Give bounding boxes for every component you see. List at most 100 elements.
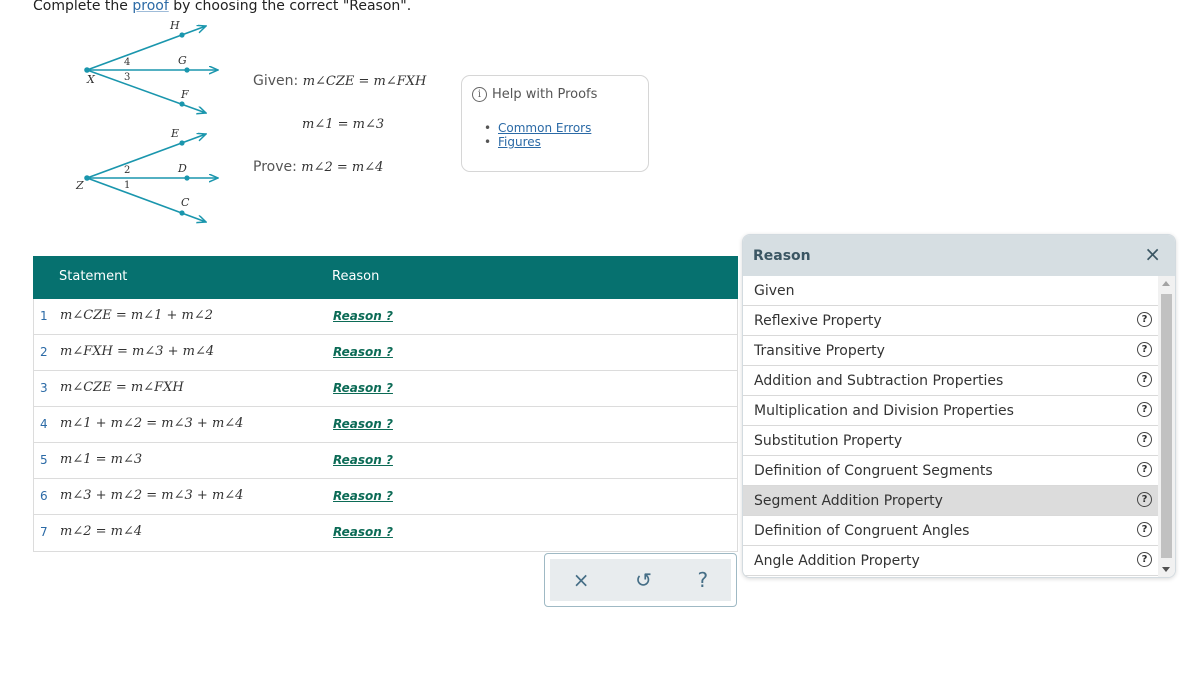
table-row: 7 m∠2 = m∠4 Reason ? (33, 515, 738, 552)
table-row: 2 m∠FXH = m∠3 + m∠4 Reason ? (33, 335, 738, 371)
label-z: Z (75, 179, 84, 192)
reason-option[interactable]: Definition of Congruent Segments? (743, 456, 1158, 486)
help-title: i Help with Proofs (472, 87, 597, 102)
question-help-icon[interactable]: ? (1137, 552, 1152, 567)
help-with-proofs-box: i Help with Proofs Common Errors Figures (461, 75, 649, 172)
reason-option[interactable]: Substitution Property? (743, 426, 1158, 456)
point-e (179, 140, 185, 146)
reason-option-label: Given (754, 283, 795, 299)
scroll-up-arrow-icon[interactable] (1162, 281, 1170, 286)
reason-option-label: Transitive Property (754, 343, 885, 359)
undo-button[interactable]: ↺ (635, 568, 652, 592)
reason-select-link[interactable]: Reason ? (333, 417, 393, 431)
top-angle-figure (84, 26, 218, 113)
point-f (179, 101, 185, 107)
reason-option-label: Definition of Congruent Angles (754, 523, 970, 539)
reason-option[interactable]: Addition and Subtraction Properties? (743, 366, 1158, 396)
instruction-before: Complete the (33, 0, 133, 14)
label-f: F (180, 88, 189, 101)
question-help-icon[interactable]: ? (1137, 432, 1152, 447)
figures-link[interactable]: Figures (498, 135, 541, 149)
given-expression-2: m∠1 = m∠3 (302, 117, 385, 132)
help-links: Common Errors Figures (484, 121, 591, 149)
label-x: X (86, 73, 96, 86)
statement-header: Statement (59, 269, 128, 284)
help-button[interactable]: ? (698, 568, 709, 592)
label-e: E (170, 127, 179, 140)
table-row: 6 m∠3 + m∠2 = m∠3 + m∠4 Reason ? (33, 479, 738, 515)
help-link-item: Common Errors (484, 121, 591, 135)
statement-text: m∠FXH = m∠3 + m∠4 (60, 344, 215, 359)
reason-select-link[interactable]: Reason ? (333, 453, 393, 467)
table-row: 1 m∠CZE = m∠1 + m∠2 Reason ? (33, 299, 738, 335)
label-c: C (181, 196, 190, 209)
question-help-icon[interactable]: ? (1137, 372, 1152, 387)
reason-option[interactable]: Reflexive Property? (743, 306, 1158, 336)
statement-text: m∠1 = m∠3 (60, 452, 143, 467)
label-angle-1: 1 (124, 180, 130, 191)
prove-label: Prove: (253, 159, 297, 175)
reason-select-link[interactable]: Reason ? (333, 345, 393, 359)
reason-option[interactable]: Segment Addition Property? (743, 486, 1158, 516)
reason-select-link[interactable]: Reason ? (333, 525, 393, 539)
reason-option[interactable]: Definition of Congruent Angles? (743, 516, 1158, 546)
reason-list: Given Reflexive Property? Transitive Prope… (743, 276, 1158, 576)
given-line-2: m∠1 = m∠3 (302, 116, 384, 132)
reason-select-link[interactable]: Reason ? (333, 309, 393, 323)
clear-button[interactable]: × (573, 568, 590, 592)
question-help-icon[interactable]: ? (1137, 402, 1152, 417)
reason-option-label: Angle Addition Property (754, 553, 920, 569)
table-row: 4 m∠1 + m∠2 = m∠3 + m∠4 Reason ? (33, 407, 738, 443)
question-help-icon[interactable]: ? (1137, 312, 1152, 327)
reason-option[interactable]: Transitive Property? (743, 336, 1158, 366)
reason-panel-title: Reason (753, 248, 811, 264)
label-h: H (169, 19, 180, 32)
point-d (184, 175, 190, 181)
row-number: 1 (40, 309, 48, 323)
reason-option[interactable]: Angle Addition Property? (743, 546, 1158, 576)
reason-list-scrollbar[interactable] (1158, 276, 1175, 577)
instruction-text: Complete the proof by choosing the corre… (33, 0, 411, 14)
reason-option-label: Multiplication and Division Properties (754, 403, 1014, 419)
proof-link[interactable]: proof (132, 0, 168, 14)
close-icon[interactable]: × (1144, 242, 1161, 266)
statement-text: m∠2 = m∠4 (60, 524, 143, 539)
question-help-icon[interactable]: ? (1137, 462, 1152, 477)
help-title-text: Help with Proofs (492, 87, 598, 102)
reason-select-link[interactable]: Reason ? (333, 381, 393, 395)
label-angle-2: 2 (124, 165, 130, 176)
row-number: 3 (40, 381, 48, 395)
toolbar-buttons: × ↺ ? (550, 559, 731, 601)
question-help-icon[interactable]: ? (1137, 522, 1152, 537)
label-g: G (178, 54, 187, 67)
table-row: 3 m∠CZE = m∠FXH Reason ? (33, 371, 738, 407)
info-icon: i (472, 87, 487, 102)
prove-expression: m∠2 = m∠4 (301, 160, 384, 175)
given-line-1: Given: m∠CZE = m∠FXH (253, 73, 426, 89)
reason-option-label: Reflexive Property (754, 313, 882, 329)
reason-select-link[interactable]: Reason ? (333, 489, 393, 503)
scroll-down-arrow-icon[interactable] (1162, 567, 1170, 572)
common-errors-link[interactable]: Common Errors (498, 121, 591, 135)
bottom-angle-figure (84, 134, 218, 222)
row-number: 6 (40, 489, 48, 503)
point-z (84, 175, 90, 181)
row-number: 7 (40, 525, 48, 539)
question-help-icon[interactable]: ? (1137, 492, 1152, 507)
answer-toolbar: × ↺ ? (544, 553, 737, 607)
reason-option[interactable]: Given (743, 276, 1158, 306)
reason-option-label: Definition of Congruent Segments (754, 463, 993, 479)
scroll-thumb[interactable] (1161, 294, 1172, 558)
reason-option-label: Substitution Property (754, 433, 903, 449)
question-help-icon[interactable]: ? (1137, 342, 1152, 357)
reason-option[interactable]: Multiplication and Division Properties? (743, 396, 1158, 426)
label-d: D (177, 162, 187, 175)
angle-figure: X H G F 4 3 Z E D C 2 1 (75, 19, 240, 229)
instruction-after: by choosing the correct "Reason". (168, 0, 412, 14)
given-label: Given: (253, 73, 299, 89)
ray-xh (86, 26, 206, 71)
statement-text: m∠1 + m∠2 = m∠3 + m∠4 (60, 416, 244, 431)
proof-table-header: Statement Reason (33, 256, 738, 299)
table-row: 5 m∠1 = m∠3 Reason ? (33, 443, 738, 479)
reason-panel: Reason × Given Reflexive Property? Transit… (742, 234, 1176, 578)
